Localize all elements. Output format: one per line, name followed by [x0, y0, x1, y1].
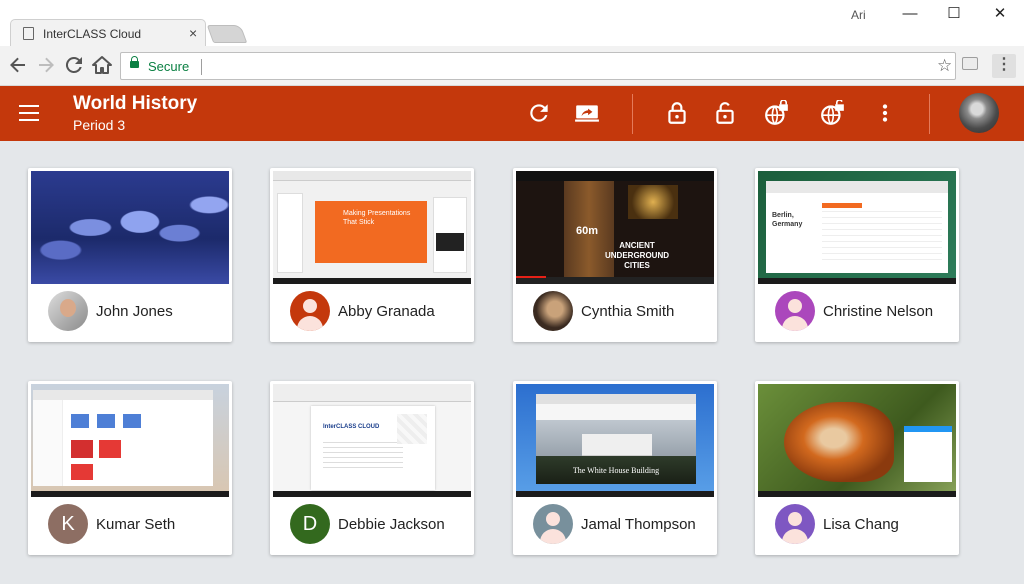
student-name: Lisa Chang	[823, 516, 899, 533]
avatar: K	[48, 504, 88, 544]
browser-tab[interactable]: InterCLASS Cloud ×	[10, 19, 206, 47]
reload-icon[interactable]	[62, 53, 86, 77]
avatar	[48, 291, 88, 331]
unlock-icon[interactable]	[712, 100, 738, 126]
refresh-icon[interactable]	[526, 100, 552, 126]
sheet-city: Berlin, Germany	[772, 212, 803, 228]
minimize-button[interactable]: —	[895, 4, 925, 24]
student-card[interactable]: InterCLASS CLOUD D Debbie Jackson	[270, 381, 474, 555]
student-name: Jamal Thompson	[581, 516, 696, 533]
header-divider	[632, 94, 633, 134]
student-card[interactable]: 60m ANCIENT UNDERGROUND CITIES Cynthia S…	[513, 168, 717, 342]
doc-title: InterCLASS CLOUD	[323, 424, 380, 430]
teacher-avatar[interactable]	[959, 93, 999, 133]
avatar: D	[290, 504, 330, 544]
forward-icon[interactable]	[34, 53, 58, 77]
header-divider	[929, 94, 930, 134]
class-header: World History Period 3	[0, 86, 1024, 141]
address-divider	[201, 59, 202, 75]
tab-title: InterCLASS Cloud	[43, 27, 142, 41]
browser-menu-icon[interactable]: ⋮	[992, 54, 1016, 78]
class-title: World History	[73, 93, 198, 114]
new-tab-button[interactable]	[206, 25, 248, 43]
more-vert-icon[interactable]	[872, 100, 898, 126]
student-name: John Jones	[96, 303, 173, 320]
page-icon	[23, 27, 34, 40]
screen-thumbnail[interactable]: 60m ANCIENT UNDERGROUND CITIES	[516, 171, 714, 284]
browser-toolbar: Secure ☆ ⋮	[0, 46, 1024, 86]
student-name: Christine Nelson	[823, 303, 934, 320]
address-bar[interactable]: Secure ☆	[120, 52, 956, 80]
student-card[interactable]: The White House Building Jamal Thompson	[513, 381, 717, 555]
share-screen-icon[interactable]	[574, 100, 600, 126]
home-icon[interactable]	[90, 53, 114, 77]
maximize-button[interactable]: ☐	[939, 4, 969, 24]
browser-titlebar: InterCLASS Cloud × Ari — ☐ ✕	[0, 0, 1024, 47]
star-icon[interactable]: ☆	[937, 56, 952, 76]
secure-lock-icon	[130, 56, 139, 68]
avatar	[775, 504, 815, 544]
screen-thumbnail[interactable]	[31, 171, 229, 284]
extension-icon[interactable]	[962, 57, 978, 70]
web-lock-icon[interactable]	[764, 99, 790, 126]
secure-label: Secure	[148, 59, 190, 74]
screen-thumbnail[interactable]	[31, 384, 229, 497]
avatar	[533, 504, 573, 544]
video-title: ANCIENT UNDERGROUND CITIES	[605, 241, 669, 270]
student-card[interactable]: Making Presentations That Stick Abby Gra…	[270, 168, 474, 342]
student-name: Cynthia Smith	[581, 303, 675, 320]
class-period: Period 3	[73, 117, 126, 133]
screen-thumbnail[interactable]	[758, 384, 956, 497]
slide-title: Making Presentations That Stick	[343, 210, 411, 226]
student-name: Abby Granada	[338, 303, 435, 320]
student-name: Kumar Seth	[96, 516, 176, 533]
back-icon[interactable]	[6, 53, 30, 77]
site-caption: The White House Building	[572, 466, 660, 475]
student-card[interactable]: John Jones	[28, 168, 232, 342]
student-card[interactable]: K Kumar Seth	[28, 381, 232, 555]
screen-thumbnail[interactable]: Making Presentations That Stick	[273, 171, 471, 284]
student-name: Debbie Jackson	[338, 516, 445, 533]
student-card[interactable]: Lisa Chang	[755, 381, 959, 555]
avatar	[533, 291, 573, 331]
close-window-button[interactable]: ✕	[985, 4, 1015, 24]
screen-thumbnail[interactable]: The White House Building	[516, 384, 714, 497]
screen-thumbnail[interactable]: InterCLASS CLOUD	[273, 384, 471, 497]
screen-thumbnail[interactable]: Berlin, Germany	[758, 171, 956, 284]
lock-icon[interactable]	[664, 100, 690, 126]
tab-close-icon[interactable]: ×	[189, 25, 197, 41]
profile-name[interactable]: Ari	[851, 8, 866, 22]
menu-icon[interactable]	[19, 105, 39, 121]
avatar	[775, 291, 815, 331]
web-unlock-icon[interactable]	[820, 99, 846, 126]
video-depth: 60m	[576, 225, 599, 237]
student-card[interactable]: Berlin, Germany Christine Nelson	[755, 168, 959, 342]
avatar	[290, 291, 330, 331]
